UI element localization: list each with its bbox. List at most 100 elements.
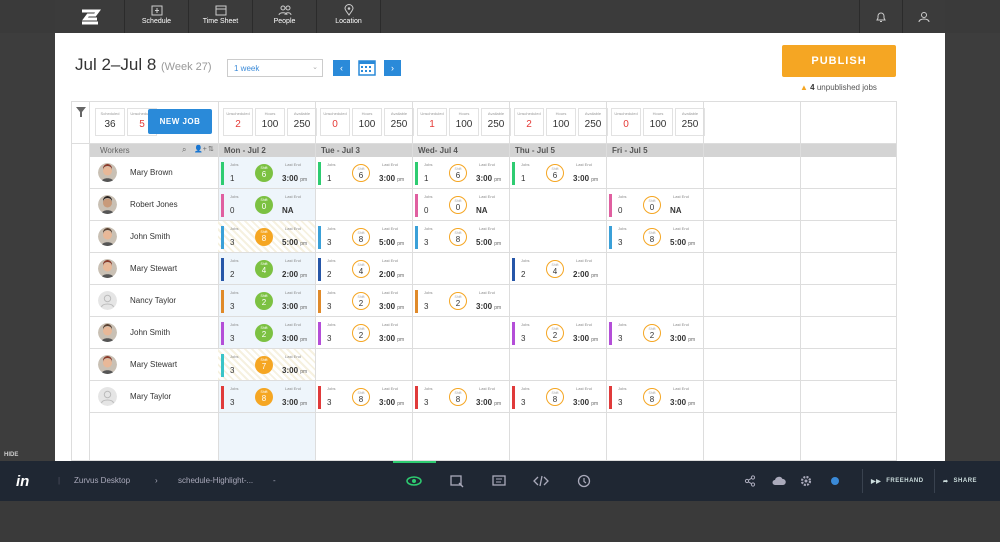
jobs-label: Jobs [618,226,627,231]
unpublished-text: unpublished jobs [816,83,877,92]
status-dot-icon[interactable] [827,473,843,489]
sort-icon[interactable]: ⇅ [208,145,214,153]
shift-cell[interactable]: Jobs 3 Shift 2 Last End 3:00 pm [315,285,412,316]
workers-header: Workers ⌕ 👤+ ⇅ [94,144,222,157]
nav-location[interactable]: Location [317,0,381,33]
share-button[interactable]: ➦ SHARE [934,469,994,493]
unpublished-jobs-notice[interactable]: ▲ 4 unpublished jobs [800,83,877,92]
search-icon[interactable]: ⌕ [182,145,186,155]
nav-schedule[interactable]: Schedule [125,0,189,33]
position-color-bar [512,386,515,409]
last-end-value: 3:00 pm [476,174,501,183]
day-header-4[interactable]: Thu - Jul 5 [509,144,606,157]
worker-cell[interactable]: Mary Stewart [90,253,218,284]
position-color-bar [512,162,515,185]
unpublished-count: 4 [810,83,815,92]
position-color-bar [221,322,224,345]
day-header-3[interactable]: Wed- Jul 4 [412,144,509,157]
history-clock-icon[interactable] [576,473,592,489]
jobs-count: 3 [618,398,623,407]
build-mode-icon[interactable] [449,473,465,489]
shift-cell[interactable]: Jobs 0 Shift 0 Last End NA [412,189,509,220]
freehand-button[interactable]: ▶▶ FREEHAND [862,469,934,493]
user-icon [918,11,930,22]
shift-cell[interactable]: Jobs 3 Shift 8 Last End 3:00 pm [509,381,606,412]
publish-button[interactable]: PUBLISH [782,45,896,77]
shift-cell[interactable]: Jobs 3 Shift 2 Last End 3:00 pm [606,317,703,348]
worker-cell[interactable]: Mary Brown [90,157,218,188]
worker-cell[interactable]: Robert Jones [90,189,218,220]
last-end-label: Last End [479,290,495,295]
day-header-1[interactable]: Mon - Jul 2 [218,144,315,157]
breadcrumb-project[interactable]: Zurvus Desktop [74,476,130,485]
shift-cell[interactable]: Jobs 3 Shift 7 Last End 3:00 pm [218,349,315,380]
last-end-time: 3:00 [282,398,299,407]
shift-cell[interactable]: Jobs 2 Shift 4 Last End 2:00 pm [509,253,606,284]
nav-people[interactable]: People [253,0,317,33]
stat-value: 100 [552,119,570,130]
scheduled-stat: Scheduled 36 [95,108,125,136]
zurvus-logo-icon[interactable] [55,0,125,33]
nav-timesheet[interactable]: Time Sheet [189,0,253,33]
shift-cell[interactable]: Jobs 3 Shift 2 Last End 3:00 pm [412,285,509,316]
shift-cell[interactable]: Jobs 0 Shift 0 Last End NA [606,189,703,220]
worker-cell[interactable]: Mary Taylor [90,381,218,412]
profile-button[interactable] [902,0,945,33]
shift-cell[interactable]: Jobs 0 Shift 0 Last End NA [218,189,315,220]
add-user-icon[interactable]: 👤+ [194,145,207,153]
pm-suffix: pm [300,241,308,247]
cloud-sync-icon[interactable] [771,473,787,489]
shift-cell[interactable]: Jobs 3 Shift 8 Last End 5:00 pm [218,221,315,252]
worker-cell[interactable]: Nancy Taylor [90,285,218,316]
shift-cell[interactable]: Jobs 3 Shift 8 Last End 3:00 pm [606,381,703,412]
shift-cell[interactable]: Jobs 3 Shift 8 Last End 5:00 pm [606,221,703,252]
invision-logo[interactable]: in [16,473,29,490]
shift-cell[interactable]: Jobs 1 Shift 6 Last End 3:00 pm [412,157,509,188]
shift-cell[interactable]: Jobs 2 Shift 4 Last End 2:00 pm [218,253,315,284]
jobs-label: Jobs [327,162,336,167]
worker-cell[interactable]: John Smith [90,317,218,348]
inspect-code-icon[interactable] [533,473,549,489]
stat-value: 100 [358,119,376,130]
pm-suffix: pm [300,273,308,279]
hide-toggle[interactable]: HIDE [4,452,18,458]
shift-cell[interactable]: Jobs 1 Shift 6 Last End 3:00 pm [509,157,606,188]
preview-eye-icon[interactable] [406,473,422,489]
jobs-count: 3 [327,302,332,311]
shift-count: 2 [261,330,267,339]
shift-cell[interactable]: Jobs 3 Shift 8 Last End 3:00 pm [412,381,509,412]
prev-week-button[interactable]: ‹ [333,60,350,76]
shift-cell[interactable]: Jobs 3 Shift 2 Last End 3:00 pm [218,317,315,348]
settings-gear-icon[interactable] [798,473,814,489]
share-network-icon[interactable] [742,473,758,489]
new-job-button[interactable]: NEW JOB [148,109,212,134]
notifications-button[interactable] [859,0,902,33]
shift-cell[interactable]: Jobs 1 Shift 6 Last End 3:00 pm [218,157,315,188]
next-week-button[interactable]: › [384,60,401,76]
nav-label: Schedule [141,18,172,25]
new-job-label: NEW JOB [159,117,201,126]
week-range-select[interactable]: 1 week ⌄ [227,59,323,77]
shift-cell[interactable]: Jobs 2 Shift 4 Last End 2:00 pm [315,253,412,284]
shift-cell[interactable]: Jobs 1 Shift 6 Last End 3:00 pm [315,157,412,188]
day-header-2[interactable]: Tue - Jul 3 [315,144,412,157]
shift-cell[interactable]: Jobs 3 Shift 8 Last End 5:00 pm [412,221,509,252]
shift-cell[interactable]: Jobs 3 Shift 2 Last End 3:00 pm [218,285,315,316]
day-header-5[interactable]: Fri - Jul 5 [606,144,703,157]
worker-cell[interactable]: John Smith [90,221,218,252]
shift-cell[interactable]: Jobs 3 Shift 2 Last End 3:00 pm [315,317,412,348]
shift-count: 8 [455,235,461,244]
shift-cell[interactable]: Jobs 3 Shift 2 Last End 3:00 pm [509,317,606,348]
worker-cell[interactable]: Mary Stewart [90,349,218,380]
breadcrumb-screen[interactable]: schedule-Highlight-... [178,476,253,485]
pm-suffix: pm [300,305,308,311]
shift-count: 6 [455,171,461,180]
shift-cell[interactable]: Jobs 3 Shift 8 Last End 3:00 pm [218,381,315,412]
shift-cell[interactable]: Jobs 3 Shift 8 Last End 3:00 pm [315,381,412,412]
shift-cell[interactable]: Jobs 3 Shift 8 Last End 5:00 pm [315,221,412,252]
last-end-value: 5:00 pm [670,238,695,247]
comment-icon[interactable] [491,473,507,489]
calendar-picker-button[interactable] [358,58,376,77]
filter-column [72,102,90,460]
last-end-time: 5:00 [379,238,396,247]
